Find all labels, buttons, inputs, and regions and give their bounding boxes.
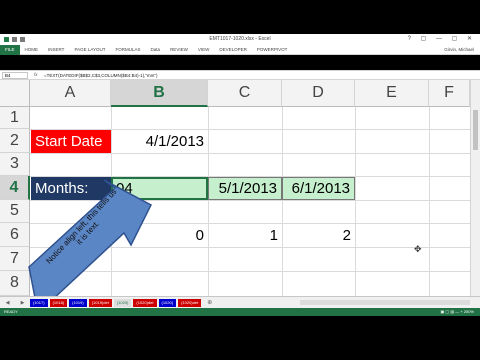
new-sheet-icon[interactable]: ⊕ xyxy=(207,299,212,306)
sheet-tab[interactable]: (1020)det xyxy=(178,298,202,307)
zoom-control[interactable]: ▣ ▢ ▤ — + 250% xyxy=(441,309,474,314)
scroll-thumb[interactable] xyxy=(473,110,478,150)
sheet-tab-bar: ◀ ▶ (1017) (1018) (1019) (1019)det (1020)… xyxy=(0,296,480,308)
sheet-tab-active[interactable]: (1020) xyxy=(113,298,132,307)
vertical-scrollbar[interactable] xyxy=(470,80,480,296)
status-bar: READY ▣ ▢ ▤ — + 250% xyxy=(0,308,480,316)
status-ready: READY xyxy=(4,309,18,314)
sheet-nav-arrows[interactable]: ◀ ▶ xyxy=(0,300,30,306)
excel-window: EMT1017-1020.xlsx - Excel ? ▢ — ▢ ✕ FILE… xyxy=(0,0,480,360)
sheet-tab[interactable]: (1019)det xyxy=(88,298,112,307)
sheet-tab[interactable]: (1020) xyxy=(158,298,177,307)
sheet-tab[interactable]: (1018) xyxy=(49,298,68,307)
sheet-tab[interactable]: (1019) xyxy=(69,298,87,307)
mouse-pointer-icon: ✥ xyxy=(414,244,422,254)
sheet-tab[interactable]: (1020)det xyxy=(133,298,157,307)
horizontal-scrollbar[interactable] xyxy=(300,300,470,305)
sheet-tab[interactable]: (1017) xyxy=(30,298,48,307)
